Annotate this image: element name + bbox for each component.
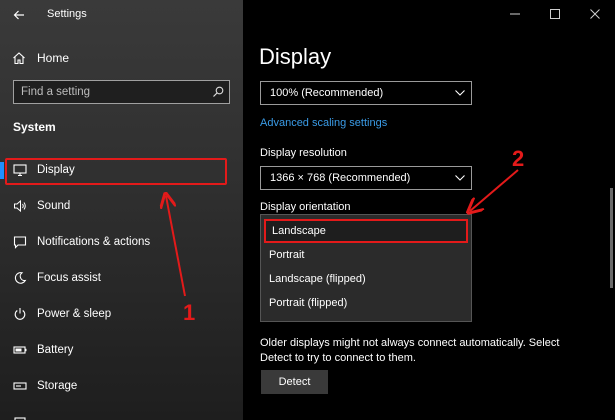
resolution-dropdown[interactable]: 1366 × 768 (Recommended) (260, 166, 472, 190)
speaker-icon (13, 199, 27, 213)
page-title: Display (259, 44, 332, 69)
resolution-label: Display resolution (260, 147, 347, 159)
sidebar-item-label: Battery (37, 344, 74, 356)
sidebar-item-focus-assist[interactable]: Focus assist (0, 260, 243, 296)
sidebar-home[interactable]: Home (12, 48, 232, 68)
scrollbar[interactable] (610, 188, 613, 288)
scale-dropdown[interactable]: 100% (Recommended) (260, 81, 472, 105)
sidebar-item-label: Storage (37, 380, 78, 392)
display-settings-page: Display 100% (Recommended) Advanced scal… (243, 0, 615, 420)
maximize-icon (550, 9, 560, 19)
scale-value: 100% (Recommended) (270, 87, 384, 99)
close-icon (590, 9, 600, 19)
sidebar-item-power-sleep[interactable]: Power & sleep (0, 296, 243, 332)
orientation-label: Display orientation (260, 201, 351, 213)
sidebar-item-label: Power & sleep (37, 308, 112, 320)
display-highlight-annotation (5, 158, 227, 185)
orientation-option-portrait-flipped[interactable]: Portrait (flipped) (261, 291, 471, 315)
battery-icon (13, 343, 27, 357)
maximize-button[interactable] (535, 0, 575, 28)
moon-icon (13, 271, 27, 285)
home-icon (12, 51, 26, 65)
sidebar-item-label: Sound (37, 200, 71, 212)
chevron-down-icon (449, 175, 471, 181)
search-placeholder: Find a setting (21, 86, 91, 98)
orientation-option-portrait[interactable]: Portrait (261, 243, 471, 267)
sidebar-item-notifications[interactable]: Notifications & actions (0, 224, 243, 260)
tablet-icon (13, 415, 27, 420)
minimize-button[interactable] (495, 0, 535, 28)
sidebar-nav: Display Sound Notifications & actions Fo… (0, 152, 243, 420)
section-title: System (13, 120, 56, 134)
sidebar-item-sound[interactable]: Sound (0, 188, 243, 224)
orientation-options-list: Landscape Portrait Landscape (flipped) P… (260, 214, 472, 322)
window-controls (495, 0, 615, 30)
back-button[interactable] (8, 5, 30, 25)
sidebar-item-label: Notifications & actions (37, 236, 151, 248)
detect-helper-text: Older displays might not always connect … (260, 337, 560, 364)
orientation-option-landscape[interactable]: Landscape (264, 219, 468, 243)
sidebar-item-storage[interactable]: Storage (0, 368, 243, 404)
app-title: Settings (47, 8, 87, 20)
advanced-display-link-cut[interactable] (260, 412, 380, 420)
sidebar-item-label: Focus assist (37, 272, 101, 284)
minimize-icon (510, 13, 520, 15)
resolution-value: 1366 × 768 (Recommended) (270, 172, 411, 184)
detect-button[interactable]: Detect (261, 370, 328, 394)
search-icon[interactable] (207, 81, 229, 103)
power-icon (13, 307, 27, 321)
settings-sidebar: Settings Home Find a setting System Disp… (0, 0, 243, 420)
back-arrow-icon (13, 10, 24, 20)
sidebar-item-battery[interactable]: Battery (0, 332, 243, 368)
search-input[interactable]: Find a setting (13, 80, 230, 104)
sidebar-item-partial[interactable] (0, 404, 243, 420)
advanced-scaling-link[interactable]: Advanced scaling settings (260, 117, 387, 129)
orientation-option-landscape-flipped[interactable]: Landscape (flipped) (261, 267, 471, 291)
home-label: Home (37, 51, 70, 65)
storage-icon (13, 379, 27, 393)
close-button[interactable] (575, 0, 615, 28)
chevron-down-icon (449, 90, 471, 96)
notification-icon (13, 235, 27, 249)
sidebar-titlebar: Settings (0, 0, 243, 30)
